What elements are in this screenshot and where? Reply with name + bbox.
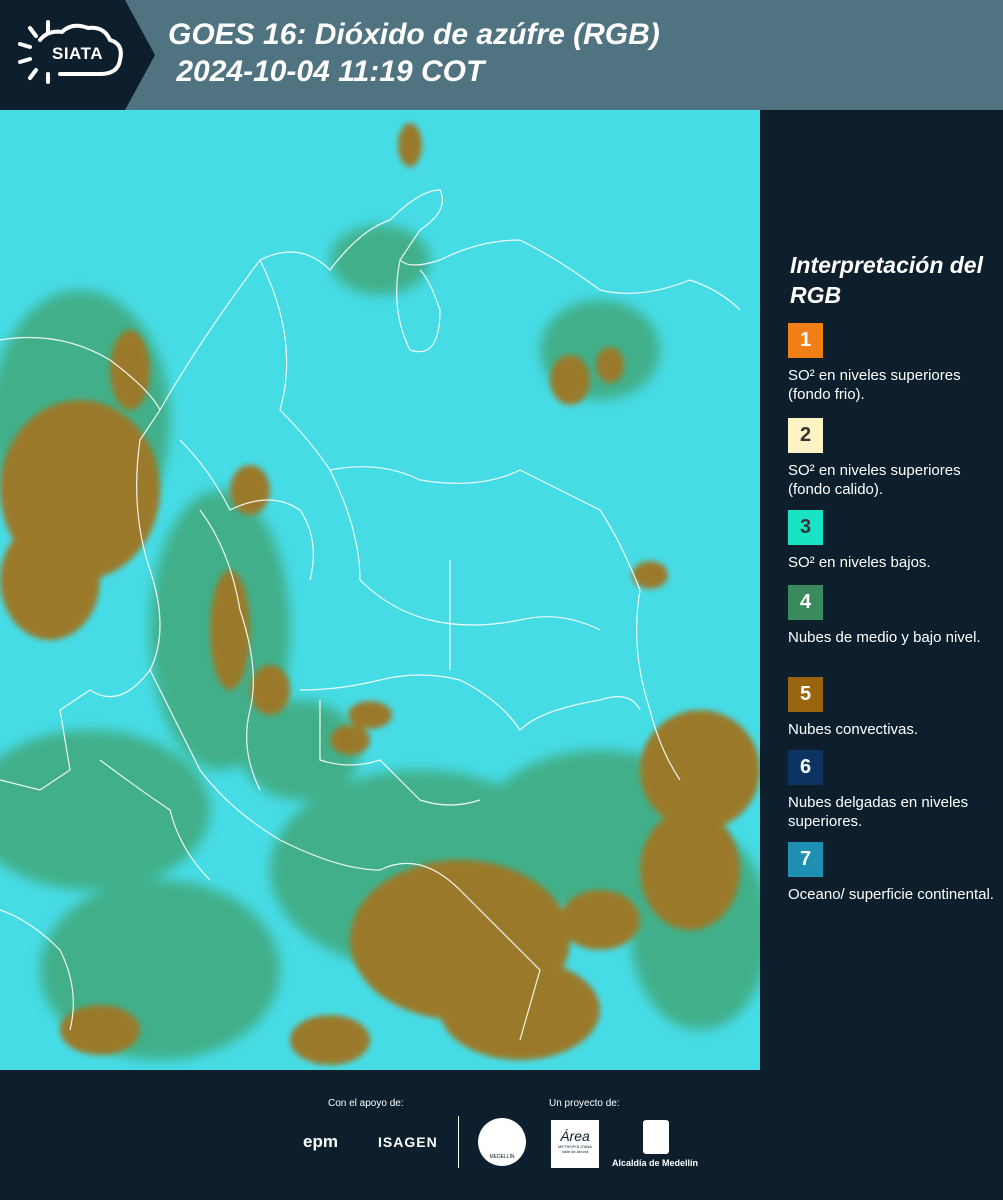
- legend-item: 2 SO² en niveles superiores (fondo calid…: [788, 418, 998, 499]
- area-logo-sub2: Valle de Aburrá: [561, 1149, 589, 1154]
- footer-divider: [458, 1116, 459, 1168]
- legend-label: SO² en niveles superiores (fondo calido)…: [788, 462, 961, 498]
- legend-swatch: 1: [788, 323, 823, 358]
- area-metropolitana-logo: Área METROPOLITANA Valle de Aburrá: [551, 1120, 599, 1168]
- satellite-image: [0, 110, 760, 1070]
- legend-item: 6 Nubes delgadas en niveles superiores.: [788, 750, 998, 831]
- siata-logo: SIATA: [0, 0, 155, 110]
- legend-item: 4 Nubes de medio y bajo nivel.: [788, 585, 998, 647]
- legend-label: Nubes delgadas en niveles superiores.: [788, 794, 969, 830]
- support-label: Con el apoyo de:: [328, 1098, 404, 1109]
- medellin-seal-text: MEDELLÍN: [489, 1154, 515, 1160]
- project-label: Un proyecto de:: [549, 1098, 620, 1109]
- footer: Con el apoyo de: Un proyecto de: epm ISA…: [0, 1070, 1003, 1200]
- legend-swatch: 3: [788, 510, 823, 545]
- legend-swatch: 2: [788, 418, 823, 453]
- area-logo-text: Área: [560, 1128, 590, 1144]
- legend-swatch: 5: [788, 677, 823, 712]
- legend-label: SO² en niveles bajos.: [788, 554, 931, 571]
- medellin-seal: MEDELLÍN: [478, 1118, 526, 1166]
- brand-name: SIATA: [52, 44, 103, 63]
- alcaldia-crest: [643, 1120, 669, 1154]
- legend-item: 3 SO² en niveles bajos.: [788, 510, 998, 572]
- isagen-logo: ISAGEN: [378, 1134, 438, 1150]
- legend-label: Nubes de medio y bajo nivel.: [788, 629, 981, 646]
- legend-swatch: 4: [788, 585, 823, 620]
- satellite-map: [0, 110, 760, 1070]
- page-title: GOES 16: Dióxido de azúfre (RGB) 2024-10…: [168, 18, 660, 88]
- header: SIATA GOES 16: Dióxido de azúfre (RGB) 2…: [0, 0, 1003, 110]
- legend-label: Oceano/ superficie continental.: [788, 886, 994, 903]
- legend-label: SO² en niveles superiores (fondo frio).: [788, 367, 961, 403]
- legend-label: Nubes convectivas.: [788, 721, 919, 738]
- legend-title: Interpretación del RGB: [790, 252, 983, 308]
- legend-item: 1 SO² en niveles superiores (fondo frio)…: [788, 323, 998, 404]
- legend-panel: Interpretación del RGB 1 SO² en niveles …: [762, 110, 1003, 1070]
- legend-item: 5 Nubes convectivas.: [788, 677, 998, 739]
- legend-swatch: 6: [788, 750, 823, 785]
- alcaldia-label: Alcaldía de Medellín: [612, 1158, 699, 1168]
- legend-item: 7 Oceano/ superficie continental.: [788, 842, 998, 904]
- epm-logo: epm: [303, 1132, 338, 1151]
- legend-swatch: 7: [788, 842, 823, 877]
